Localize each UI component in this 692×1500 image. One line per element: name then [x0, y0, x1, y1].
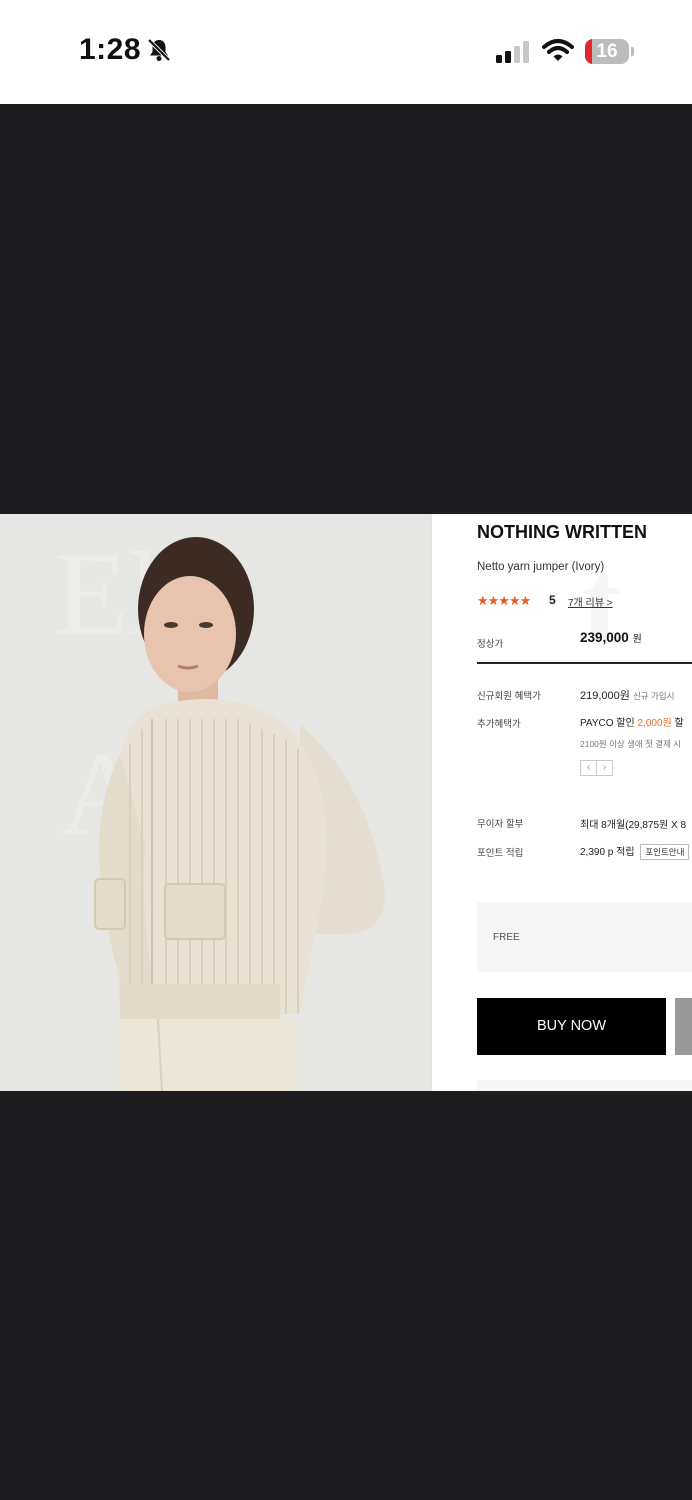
option-value: FREE [493, 932, 520, 943]
product-screenshot: Ele A t NOTHING WRITTEN Netto yarn jumpe… [0, 514, 692, 1091]
rating-stars: ★★★★★ [477, 593, 531, 608]
bell-slash-icon [147, 38, 171, 62]
payco-note: 2100원 이상 생애 첫 결제 시 [580, 739, 682, 749]
extra-benefit-label: 추가혜택가 [477, 719, 521, 730]
reviews-link[interactable]: 7개 리뷰 > [568, 594, 613, 609]
regular-price-label: 정상가 [477, 639, 504, 650]
product-name: Netto yarn jumper (Ivory) [477, 561, 605, 573]
payco-suffix: 할 [674, 718, 684, 729]
product-info-panel: t NOTHING WRITTEN Netto yarn jumper (Ivo… [432, 514, 692, 1091]
member-note: 신규 가입시 [632, 691, 675, 701]
points-info-button[interactable]: 포인트안내 [640, 844, 690, 860]
status-time: 1:28 [79, 33, 142, 66]
prev-arrow-icon[interactable]: ‹ [581, 761, 596, 775]
installment-label: 무이자 할부 [477, 819, 524, 830]
installment-value: 최대 8개월(29,875원 X 8 [580, 820, 687, 831]
buy-now-button[interactable]: BUY NOW [477, 998, 666, 1055]
bottom-strip [477, 1080, 692, 1091]
battery-icon: 16 [585, 39, 634, 65]
wifi-icon [542, 39, 574, 61]
add-to-cart-button[interactable] [675, 998, 692, 1055]
points-value: 2,390 p 적립 [580, 847, 635, 858]
currency-unit: 원 [632, 634, 642, 645]
option-select[interactable]: FREE [477, 902, 692, 972]
points-row: 2,390 p 적립 포인트안내 [580, 843, 690, 860]
points-label: 포인트 적립 [477, 848, 524, 859]
price-divider [477, 662, 692, 664]
member-price: 219,000원 신규 가입시 [580, 687, 674, 703]
rating-value: 5 [549, 593, 556, 607]
regular-price-value: 239,000 [580, 630, 629, 645]
payco-discount: PAYCO 할인 2,000원 할 [580, 714, 684, 729]
payco-prefix: PAYCO 할인 [580, 718, 635, 729]
model-in-cardigan-image: Ele A [0, 514, 431, 1091]
payco-amount: 2,000원 [637, 718, 672, 729]
member-price-value: 219,000원 [580, 690, 630, 702]
battery-level: 16 [596, 41, 618, 62]
status-bar: 1:28 16 [0, 0, 692, 104]
member-price-label: 신규회원 혜택가 [477, 691, 541, 702]
cellular-signal-icon [496, 41, 529, 63]
next-arrow-icon[interactable]: › [596, 761, 612, 775]
benefit-pager: ‹ › [580, 760, 613, 776]
brand-name[interactable]: NOTHING WRITTEN [477, 522, 647, 543]
regular-price: 239,000 원 [580, 630, 642, 645]
product-photo: Ele A [0, 514, 431, 1091]
